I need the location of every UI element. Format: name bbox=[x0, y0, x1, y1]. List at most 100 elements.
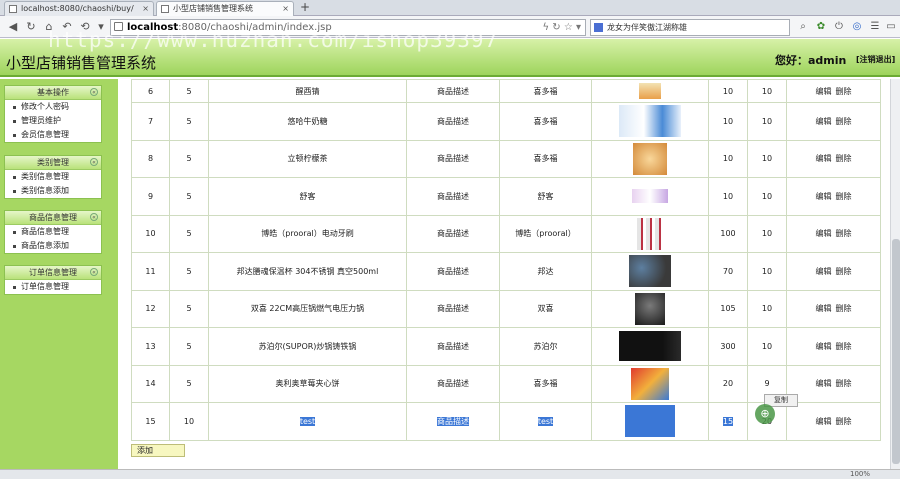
delete-link[interactable]: 删除 bbox=[836, 342, 852, 351]
sidebar-item-category-add[interactable]: 类别信息添加 bbox=[5, 184, 101, 198]
power-icon[interactable]: ⏻ bbox=[832, 20, 846, 34]
row-stock-cell-text: 10 bbox=[761, 229, 773, 239]
row-category-cell-text: 5 bbox=[186, 229, 192, 239]
row-name-cell-text: 醒酉锖 bbox=[295, 86, 320, 96]
row-id-cell-text: 10 bbox=[145, 229, 156, 239]
row-actions-cell: 编辑 删除 bbox=[786, 214, 881, 253]
table-row: 8 5 立顿柠檬茶 商品描述 喜多福 10 10 编辑 删除 bbox=[131, 139, 881, 178]
sidebar-group-header[interactable]: 基本操作 « bbox=[5, 86, 101, 100]
edit-link[interactable]: 编辑 bbox=[816, 117, 832, 126]
row-price-cell-text: 20 bbox=[722, 379, 734, 389]
sidebar-item-category-manage[interactable]: 类别信息管理 bbox=[5, 170, 101, 184]
delete-link[interactable]: 删除 bbox=[836, 417, 852, 426]
search-box[interactable]: 龙女为伴笑傲江湖称雄 bbox=[590, 19, 790, 36]
row-id-cell-text: 14 bbox=[145, 379, 156, 389]
edit-link[interactable]: 编辑 bbox=[816, 87, 832, 96]
extension-icon[interactable]: ✿ bbox=[814, 20, 828, 34]
row-category-cell: 5 bbox=[169, 252, 209, 291]
row-image-cell bbox=[591, 402, 709, 441]
row-price-cell: 15 bbox=[708, 402, 748, 441]
sidebar-group-header[interactable]: 商品信息管理 « bbox=[5, 211, 101, 225]
product-thumbnail bbox=[637, 217, 663, 250]
edit-link[interactable]: 编辑 bbox=[816, 304, 832, 313]
row-stock-cell: 10 bbox=[747, 289, 787, 328]
sidebar-item-goods-add[interactable]: 商品信息添加 bbox=[5, 239, 101, 253]
browser-tab-admin[interactable]: 小型店铺销售管理系统 × bbox=[156, 1, 294, 16]
sidebar-item-admin-maintain[interactable]: 管理员维护 bbox=[5, 114, 101, 128]
sidebar-group-header[interactable]: 订单信息管理 « bbox=[5, 266, 101, 280]
page-icon bbox=[161, 5, 169, 13]
scrollbar[interactable] bbox=[890, 79, 900, 469]
new-tab-button[interactable]: + bbox=[296, 1, 314, 15]
product-thumbnail bbox=[633, 142, 667, 175]
edit-link[interactable]: 编辑 bbox=[816, 192, 832, 201]
logout-link[interactable]: [注销退出] bbox=[856, 54, 895, 65]
row-id-cell: 11 bbox=[131, 252, 170, 291]
zoom-level[interactable]: 100% bbox=[850, 470, 870, 479]
row-category-cell: 5 bbox=[169, 79, 209, 103]
edit-link[interactable]: 编辑 bbox=[816, 154, 832, 163]
address-actions-icon[interactable]: ϟ ↻ ☆ ▾ bbox=[543, 20, 582, 35]
row-image-cell bbox=[591, 79, 709, 103]
row-brand-cell: 舒客 bbox=[499, 177, 592, 216]
user-greeting: 您好：admin bbox=[775, 54, 847, 67]
row-category-cell: 5 bbox=[169, 214, 209, 253]
row-actions-cell: 编辑 删除 bbox=[786, 79, 881, 103]
row-desc-cell-text: 商品描述 bbox=[437, 416, 469, 426]
row-price-cell-text: 10 bbox=[722, 191, 734, 201]
delete-link[interactable]: 删除 bbox=[836, 192, 852, 201]
collapse-icon[interactable]: « bbox=[90, 88, 98, 96]
collapse-icon[interactable]: « bbox=[90, 268, 98, 276]
row-name-cell: 邦达膳魂保温杯 304不锈钢 真空500ml bbox=[208, 252, 407, 291]
sidebar-group-header[interactable]: 类别管理 « bbox=[5, 156, 101, 170]
product-thumbnail bbox=[619, 105, 681, 138]
edit-link[interactable]: 编辑 bbox=[816, 342, 832, 351]
row-price-cell-text: 105 bbox=[720, 304, 736, 314]
row-name-cell: 立顿柠檬茶 bbox=[208, 139, 407, 178]
sidebar-item-change-password[interactable]: 修改个人密码 bbox=[5, 100, 101, 114]
delete-link[interactable]: 删除 bbox=[836, 267, 852, 276]
delete-link[interactable]: 删除 bbox=[836, 117, 852, 126]
close-icon[interactable]: × bbox=[142, 2, 149, 15]
close-icon[interactable]: × bbox=[282, 2, 289, 15]
edit-link[interactable]: 编辑 bbox=[816, 379, 832, 388]
sidebar-item-goods-manage[interactable]: 商品信息管理 bbox=[5, 225, 101, 239]
row-price-cell: 10 bbox=[708, 139, 748, 178]
refresh-icon[interactable]: ↻ bbox=[24, 20, 38, 34]
sidebar: 基本操作 « 修改个人密码 管理员维护 会员信息管理 类别管理 « 类别信息管理 类… bbox=[0, 79, 118, 469]
add-button[interactable]: 添加 bbox=[131, 444, 185, 457]
product-thumbnail bbox=[619, 331, 681, 362]
delete-link[interactable]: 删除 bbox=[836, 304, 852, 313]
search-icon[interactable]: ⌕ bbox=[796, 20, 810, 34]
status-bar: 100% bbox=[0, 469, 900, 479]
row-name-cell: 博皓（prooral）电动牙刷 bbox=[208, 214, 407, 253]
delete-link[interactable]: 删除 bbox=[836, 154, 852, 163]
back-icon[interactable]: ◀ bbox=[6, 20, 20, 34]
collapse-icon[interactable]: « bbox=[90, 158, 98, 166]
row-name-cell-text: 舒客 bbox=[299, 191, 316, 201]
row-price-cell: 10 bbox=[708, 79, 748, 103]
sidebar-item-order-manage[interactable]: 订单信息管理 bbox=[5, 280, 101, 294]
sidebar-group-basic: 基本操作 « 修改个人密码 管理员维护 会员信息管理 bbox=[4, 85, 102, 143]
window-icon[interactable]: ▭ bbox=[884, 20, 898, 34]
row-name-cell-text: 立顿柠檬茶 bbox=[287, 154, 328, 164]
browser-tab-buy[interactable]: localhost:8080/chaoshi/buy/ × bbox=[4, 1, 154, 16]
row-category-cell-text: 5 bbox=[186, 191, 192, 201]
sidebar-item-member-manage[interactable]: 会员信息管理 bbox=[5, 128, 101, 142]
row-category-cell-text: 5 bbox=[186, 86, 192, 96]
scrollbar-thumb[interactable] bbox=[892, 239, 900, 464]
edit-link[interactable]: 编辑 bbox=[816, 229, 832, 238]
menu-icon[interactable]: ☰ bbox=[868, 20, 882, 34]
row-name-cell: 苏泊尔(SUPOR)炒锅铸铁锅 bbox=[208, 327, 407, 366]
row-image-cell bbox=[591, 214, 709, 253]
edit-link[interactable]: 编辑 bbox=[816, 267, 832, 276]
product-thumbnail bbox=[639, 83, 661, 99]
delete-link[interactable]: 删除 bbox=[836, 379, 852, 388]
row-stock-cell-text: 10 bbox=[761, 86, 773, 96]
row-brand-cell: 邦达 bbox=[499, 252, 592, 291]
settings-icon[interactable]: ◎ bbox=[850, 20, 864, 34]
delete-link[interactable]: 删除 bbox=[836, 229, 852, 238]
collapse-icon[interactable]: « bbox=[90, 213, 98, 221]
edit-link[interactable]: 编辑 bbox=[816, 417, 832, 426]
delete-link[interactable]: 删除 bbox=[836, 87, 852, 96]
